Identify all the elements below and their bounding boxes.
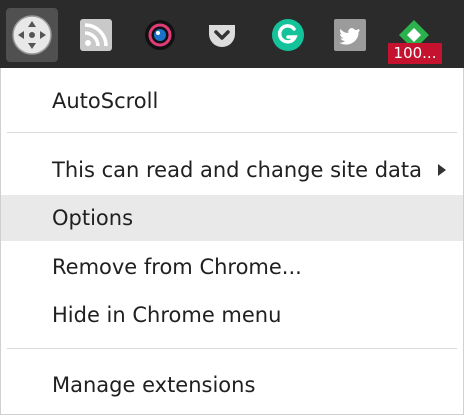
menu-divider [7, 132, 457, 133]
menu-divider [7, 348, 457, 349]
rss-extension-button[interactable] [70, 8, 122, 62]
twitter-icon [334, 19, 366, 51]
pocket-icon [209, 25, 235, 47]
menu-item-label: This can read and change site data [52, 158, 423, 182]
menu-item-extension-name[interactable]: AutoScroll [1, 78, 463, 124]
menu-item-manage-extensions[interactable]: Manage extensions [1, 362, 463, 408]
chevron-right-icon [438, 164, 446, 176]
pocket-extension-button[interactable] [196, 8, 248, 62]
menu-item-remove[interactable]: Remove from Chrome... [1, 244, 463, 290]
notification-count-badge: 100... [388, 43, 442, 64]
menu-item-label: Remove from Chrome... [52, 255, 302, 279]
menu-item-options[interactable]: Options [1, 195, 463, 241]
autoscroll-extension-button[interactable] [6, 8, 58, 62]
grammarly-icon [272, 19, 304, 51]
extension-context-menu: AutoScroll This can read and change site… [0, 68, 464, 415]
twitter-extension-button[interactable] [324, 8, 376, 62]
menu-item-hide[interactable]: Hide in Chrome menu [1, 292, 463, 338]
lens-extension-button[interactable] [134, 8, 186, 62]
menu-item-site-access[interactable]: This can read and change site data [1, 147, 463, 193]
menu-item-label: AutoScroll [52, 89, 159, 113]
menu-item-label: Manage extensions [52, 373, 256, 397]
menu-item-label: Options [52, 206, 134, 230]
camera-lens-icon [145, 20, 175, 50]
autoscroll-icon [12, 15, 52, 55]
menu-item-label: Hide in Chrome menu [52, 303, 282, 327]
grammarly-extension-button[interactable] [262, 8, 314, 62]
extensions-toolbar: 100... [0, 0, 464, 68]
rss-icon [80, 19, 112, 51]
